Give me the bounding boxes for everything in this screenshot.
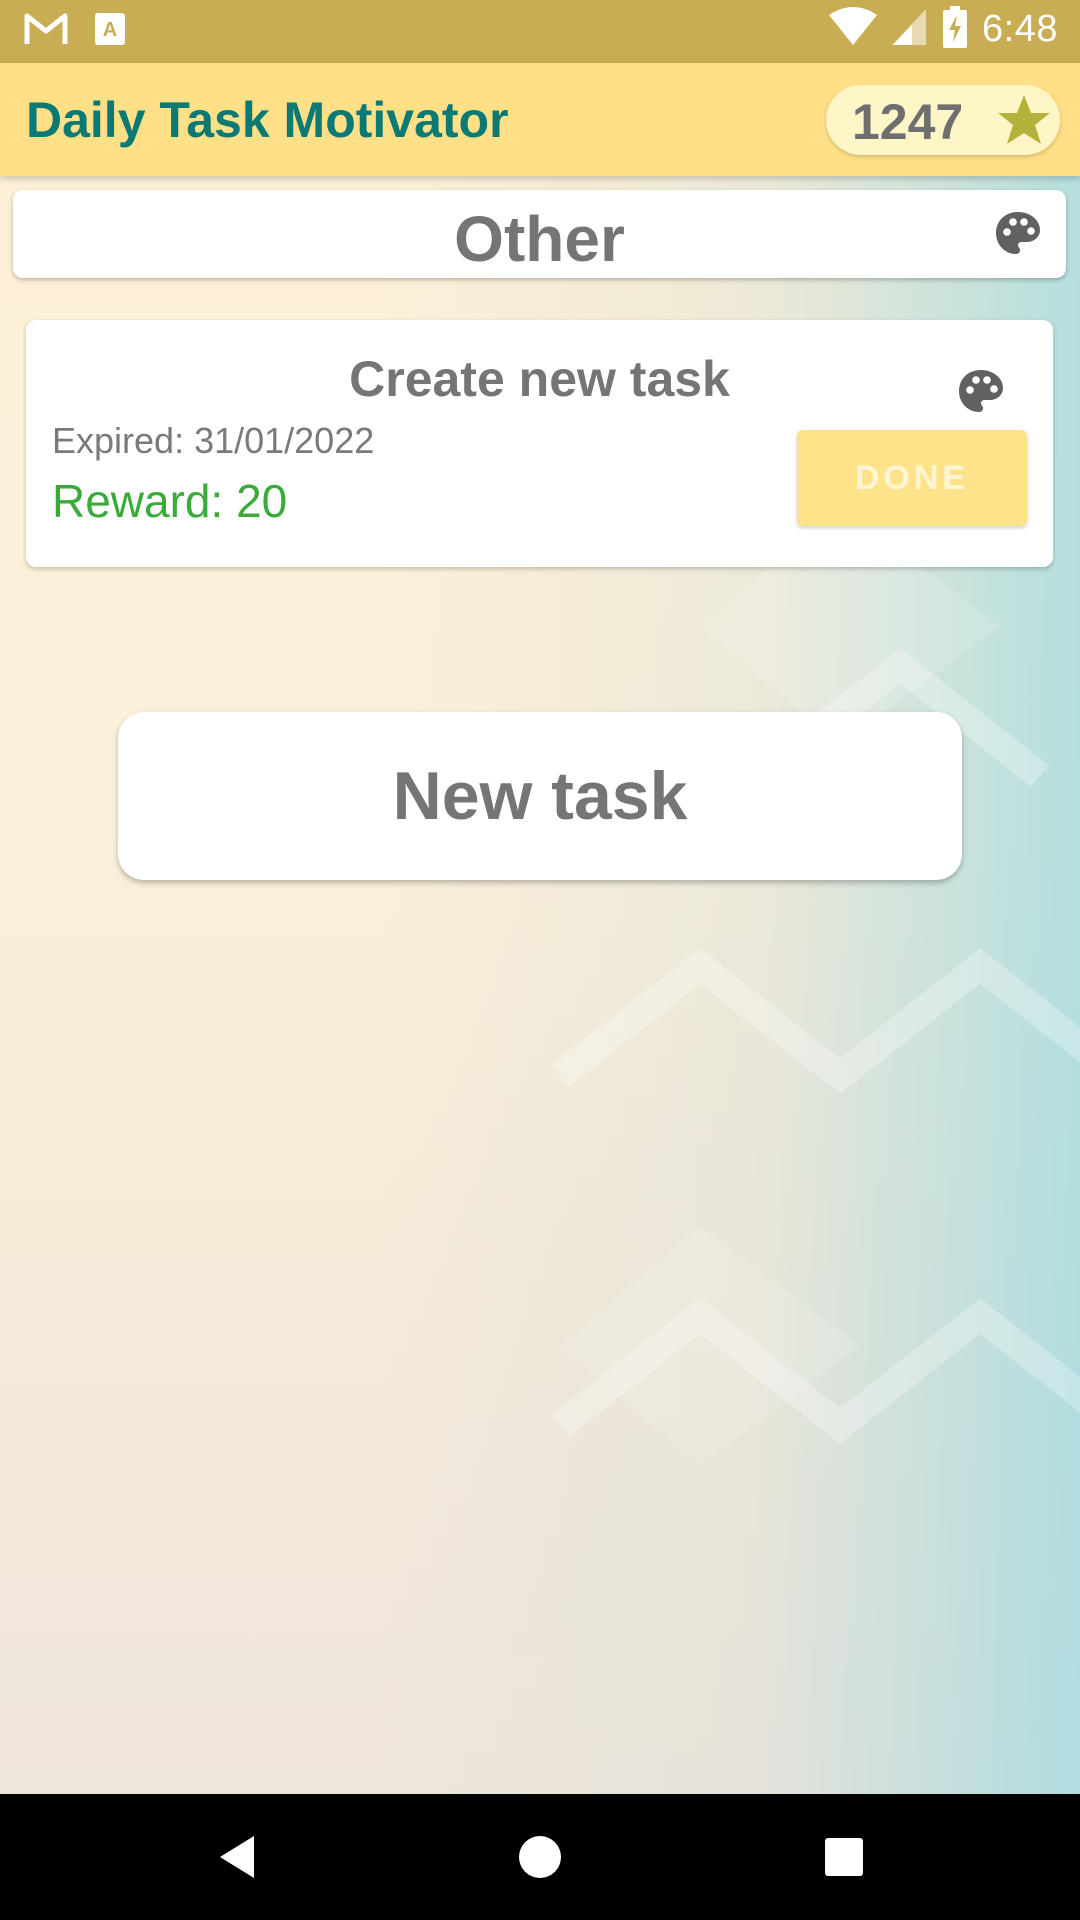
text-input-icon: A <box>94 12 126 51</box>
battery-charging-icon <box>942 6 968 53</box>
home-icon[interactable] <box>507 1824 573 1890</box>
task-title: Create new task <box>349 351 730 407</box>
task-reward: Reward: 20 <box>52 475 288 527</box>
palette-icon[interactable] <box>957 368 1005 421</box>
task-card[interactable]: Create new task Expired: 31/01/2022 Rewa… <box>26 320 1053 567</box>
gmail-icon <box>24 12 68 51</box>
star-icon <box>996 93 1052 152</box>
navigation-bar <box>0 1794 1080 1920</box>
task-expired-date: Expired: 31/01/2022 <box>52 420 375 461</box>
score-value: 1247 <box>852 94 964 150</box>
recents-icon[interactable] <box>811 1824 877 1890</box>
status-time: 6:48 <box>982 8 1058 50</box>
new-task-button[interactable]: New task <box>118 712 962 880</box>
category-title: Other <box>454 203 625 275</box>
app-title: Daily Task Motivator <box>26 92 509 148</box>
score-badge[interactable]: 1247 <box>826 85 1060 155</box>
status-bar: A 6:48 <box>0 0 1080 63</box>
svg-text:A: A <box>103 19 117 41</box>
back-icon[interactable] <box>206 1824 272 1890</box>
category-header: Other <box>13 190 1066 278</box>
app-bar: Daily Task Motivator 1247 <box>0 63 1080 176</box>
palette-icon[interactable] <box>994 210 1042 263</box>
signal-icon <box>892 7 928 52</box>
done-button[interactable]: DONE <box>797 430 1027 526</box>
wifi-icon <box>828 7 878 52</box>
